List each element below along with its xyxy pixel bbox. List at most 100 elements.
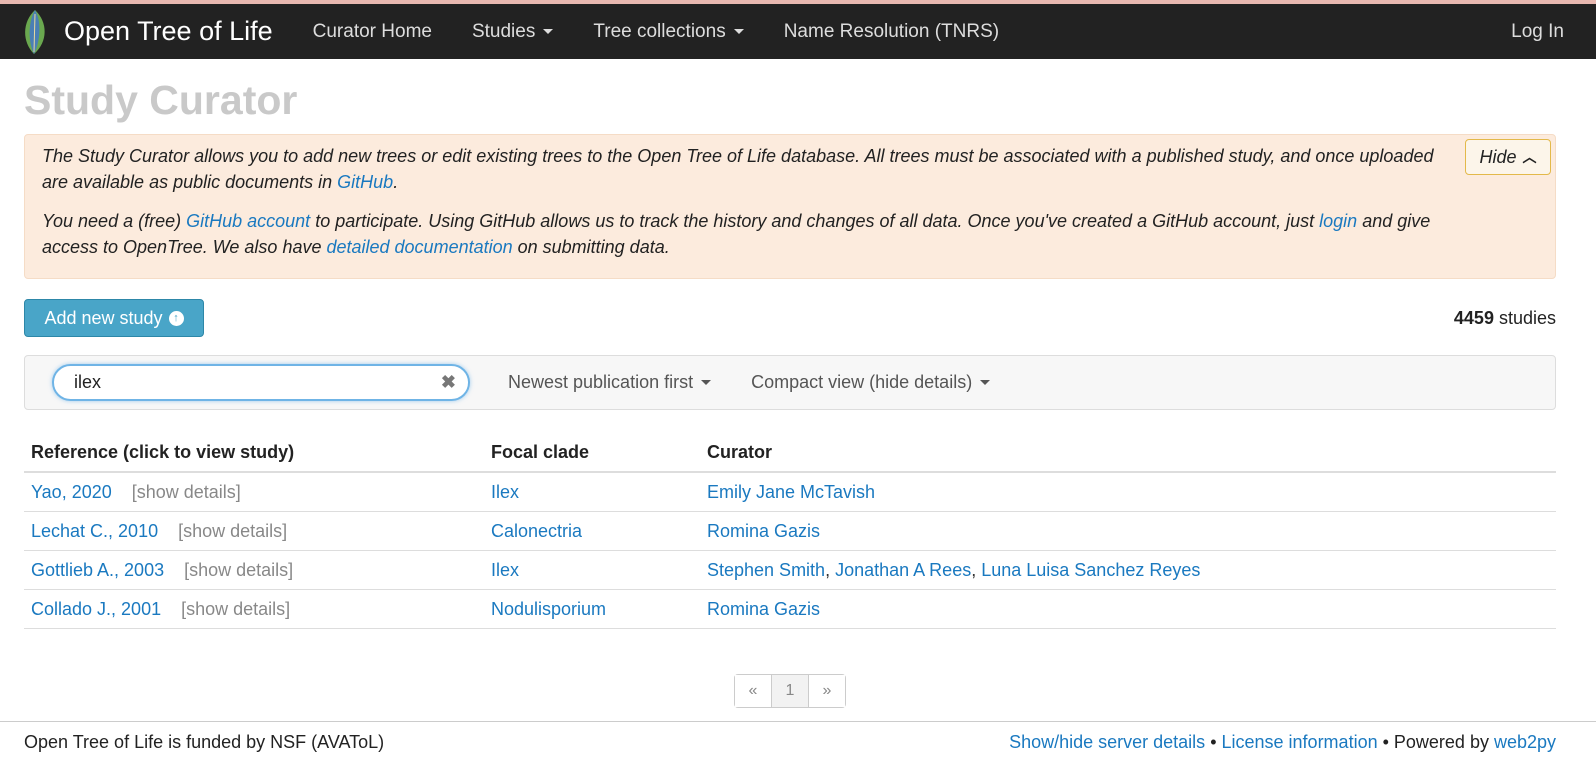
nav-name-resolution[interactable]: Name Resolution (TNRS): [764, 21, 1019, 43]
nav-label: Curator Home: [312, 20, 432, 42]
hide-info-button[interactable]: Hide ︿: [1465, 139, 1551, 175]
funding-text: Open Tree of Life is funded by NSF (AVAT…: [24, 732, 385, 752]
info-text: You need a (free): [42, 211, 187, 231]
server-details-link[interactable]: Show/hide server details: [1009, 732, 1205, 752]
table-row: Collado J., 2001 [show details] Nodulispo…: [24, 589, 1556, 629]
nav-label: Studies: [471, 20, 536, 42]
curator-cell: Stephen Smith, Jonathan A Rees, Luna Lui…: [700, 550, 1556, 590]
focal-clade-link[interactable]: Ilex: [491, 482, 519, 502]
caret-down-icon: [980, 380, 991, 385]
show-details-link[interactable]: [show details]: [132, 482, 241, 502]
column-header-focal-clade: Focal clade: [484, 434, 700, 473]
nav-label: Tree collections: [593, 20, 726, 42]
hide-label: Hide: [1479, 147, 1517, 167]
page-content: Study Curator The Study Curator allows y…: [0, 77, 1596, 708]
caret-down-icon: [701, 380, 712, 385]
show-details-link[interactable]: [show details]: [178, 521, 287, 541]
web2py-link[interactable]: web2py: [1494, 732, 1556, 752]
column-header-reference: Reference (click to view study): [24, 434, 484, 473]
sort-label: Newest publication first: [508, 372, 694, 392]
pagination: « 1 »: [24, 674, 1556, 708]
filter-bar: ✖ Newest publication first Compact view …: [24, 355, 1556, 410]
footer: Open Tree of Life is funded by NSF (AVAT…: [0, 721, 1596, 753]
nav-items: Curator Home Studies Tree collections Na…: [293, 21, 1019, 43]
next-page-button[interactable]: »: [809, 675, 845, 707]
info-text: .: [393, 172, 399, 192]
leaf-logo-icon: [25, 9, 45, 54]
clade-cell: Ilex: [484, 550, 700, 590]
curator-link[interactable]: Luna Luisa Sanchez Reyes: [981, 560, 1200, 580]
view-dropdown[interactable]: Compact view (hide details): [739, 372, 1002, 393]
focal-clade-link[interactable]: Calonectria: [491, 521, 582, 541]
info-text: to participate. Using GitHub allows us t…: [310, 211, 1320, 231]
nav-tree-collections[interactable]: Tree collections: [573, 21, 763, 43]
prev-page-button[interactable]: «: [735, 675, 772, 707]
pager: « 1 »: [734, 674, 846, 708]
nav-studies[interactable]: Studies: [452, 21, 573, 43]
page-1-button[interactable]: 1: [772, 675, 809, 707]
curator-link[interactable]: Emily Jane McTavish: [707, 482, 875, 502]
add-new-study-button[interactable]: Add new study ↑: [24, 299, 204, 337]
study-count-number: 4459: [1453, 307, 1494, 328]
study-reference-link[interactable]: Lechat C., 2010: [31, 521, 158, 541]
info-text: on submitting data.: [512, 237, 670, 257]
github-account-link[interactable]: GitHub account: [186, 211, 310, 231]
table-row: Lechat C., 2010 [show details] Calonectri…: [24, 511, 1556, 551]
github-link[interactable]: GitHub: [337, 172, 393, 192]
study-count: 4459 studies: [1454, 308, 1556, 329]
login-link[interactable]: Log In: [1511, 21, 1564, 43]
study-reference-link[interactable]: Yao, 2020: [31, 482, 112, 502]
show-details-link[interactable]: [show details]: [181, 599, 290, 619]
login-inline-link[interactable]: login: [1319, 211, 1357, 231]
curator-separator: ,: [825, 559, 836, 580]
nav-curator-home[interactable]: Curator Home: [293, 21, 452, 43]
navbar: Open Tree of Life Curator Home Studies T…: [0, 4, 1596, 59]
focal-clade-link[interactable]: Ilex: [491, 560, 519, 580]
info-paragraph-2: You need a (free) GitHub account to part…: [42, 208, 1435, 260]
study-reference-link[interactable]: Gottlieb A., 2003: [31, 560, 164, 580]
brand[interactable]: Open Tree of Life: [20, 8, 273, 56]
footer-separator: •: [1205, 732, 1222, 752]
reference-cell: Yao, 2020 [show details]: [24, 472, 484, 512]
page-title: Study Curator: [24, 77, 298, 123]
curator-link[interactable]: Stephen Smith: [707, 560, 825, 580]
clade-cell: Calonectria: [484, 511, 700, 551]
show-details-link[interactable]: [show details]: [184, 560, 293, 580]
caret-down-icon: [543, 29, 554, 34]
caret-down-icon: [733, 29, 744, 34]
footer-links: Show/hide server details • License infor…: [1009, 732, 1556, 753]
curator-cell: Romina Gazis: [700, 511, 1556, 551]
clear-search-icon[interactable]: ✖: [441, 372, 456, 393]
column-header-curator: Curator: [700, 434, 1556, 473]
info-text: The Study Curator allows you to add new …: [42, 146, 1434, 192]
search-box: ✖: [52, 364, 470, 401]
actions-row: Add new study ↑ 4459 studies: [24, 299, 1556, 337]
curator-link[interactable]: Jonathan A Rees: [835, 560, 971, 580]
upload-icon: ↑: [168, 310, 184, 326]
chevron-up-icon: ︿: [1522, 149, 1537, 165]
curator-cell: Emily Jane McTavish: [700, 472, 1556, 512]
add-label: Add new study: [44, 307, 163, 328]
clade-cell: Ilex: [484, 472, 700, 512]
search-input[interactable]: [72, 371, 416, 394]
clade-cell: Nodulisporium: [484, 589, 700, 629]
curator-cell: Romina Gazis: [700, 589, 1556, 629]
license-link[interactable]: License information: [1222, 732, 1378, 752]
documentation-link[interactable]: detailed documentation: [326, 237, 512, 257]
study-count-label: studies: [1493, 307, 1556, 328]
table-row: Gottlieb A., 2003 [show details] Ilex Ste…: [24, 550, 1556, 590]
focal-clade-link[interactable]: Nodulisporium: [491, 599, 606, 619]
table-row: Yao, 2020 [show details] Ilex Emily Jane …: [24, 472, 1556, 512]
reference-cell: Collado J., 2001 [show details]: [24, 589, 484, 629]
studies-table: Reference (click to view study) Focal cl…: [24, 434, 1556, 629]
curator-link[interactable]: Romina Gazis: [707, 521, 820, 541]
curator-link[interactable]: Romina Gazis: [707, 599, 820, 619]
nav-label: Name Resolution (TNRS): [783, 20, 1000, 42]
study-reference-link[interactable]: Collado J., 2001: [31, 599, 161, 619]
view-label: Compact view (hide details): [751, 372, 973, 392]
info-box: The Study Curator allows you to add new …: [24, 134, 1556, 279]
sort-dropdown[interactable]: Newest publication first: [496, 372, 723, 393]
reference-cell: Lechat C., 2010 [show details]: [24, 511, 484, 551]
info-paragraph-1: The Study Curator allows you to add new …: [42, 143, 1435, 195]
curator-separator: ,: [971, 559, 982, 580]
